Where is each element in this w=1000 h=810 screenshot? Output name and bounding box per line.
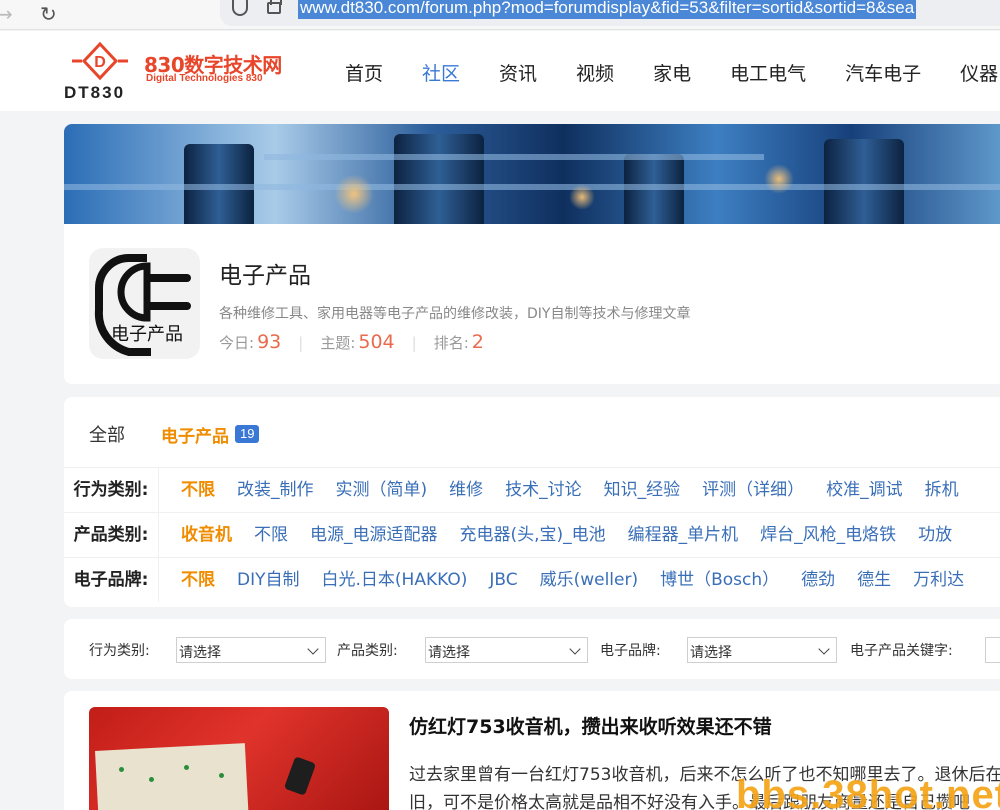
nav-item-news[interactable]: 资讯	[499, 59, 537, 86]
filter-option[interactable]: 焊台_风枪_电烙铁	[760, 513, 896, 557]
filter-row-brand: 电子品牌: 不限 DIY自制 白光.日本(HAKKO) JBC 威乐(welle…	[64, 557, 1000, 602]
forum-banner	[64, 124, 1000, 224]
keyword-input[interactable]	[985, 637, 1000, 663]
filter-option[interactable]: 电源_电源适配器	[310, 513, 438, 557]
reload-icon[interactable]: ↻	[40, 2, 57, 26]
filter-option[interactable]: 不限	[181, 558, 215, 602]
rank-label: 排名:	[433, 334, 469, 352]
nav-item-home[interactable]: 首页	[345, 59, 383, 86]
forum-icon-label: 电子产品	[111, 324, 183, 345]
filter-search-bar: 行为类别: 请选择 产品类别: 请选择 电子品牌: 请选择 电子产品关键字:	[64, 619, 1000, 679]
brand-select[interactable]: 请选择	[687, 637, 837, 663]
filter-row-label: 行为类别:	[64, 468, 159, 512]
tab-electronics[interactable]: 电子产品	[161, 422, 229, 447]
filter-option[interactable]: 技术_讨论	[505, 468, 582, 512]
forum-stats: 今日: 93 | 主题: 504 | 排名: 2	[219, 331, 484, 353]
filter-option[interactable]: 拆机	[925, 468, 959, 512]
filter-option[interactable]: 实测（简单)	[336, 468, 428, 512]
forum-icon: 电子产品	[89, 248, 200, 359]
rank-value: 2	[471, 331, 484, 353]
filter-option[interactable]: 评测（详细）	[702, 468, 804, 512]
behavior-select[interactable]: 请选择	[176, 637, 326, 663]
watermark-text: bbs.38hot.net	[736, 773, 1000, 810]
nav-item-video[interactable]: 视频	[576, 59, 614, 86]
logo-mark-letter: D	[94, 54, 106, 71]
filter-option[interactable]: 维修	[449, 468, 483, 512]
product-select[interactable]: 请选择	[425, 637, 588, 663]
forum-title: 电子产品	[219, 263, 311, 289]
filter-option[interactable]: 博世（Bosch）	[660, 558, 779, 602]
tab-all[interactable]: 全部	[89, 421, 125, 447]
logo-mark-icon: D	[72, 41, 128, 81]
product-select-label: 产品类别:	[337, 643, 398, 659]
forum-info-card: 电子产品 电子产品 各种维修工具、家用电器等电子产品的维修改装，DIY自制等技术…	[64, 124, 1000, 384]
brand-select-value: 请选择	[690, 645, 732, 661]
thread-title[interactable]: 仿红灯753收音机，攒出来收听效果还不错	[409, 712, 772, 739]
topics-label: 主题:	[320, 334, 356, 352]
nav-item-electrical[interactable]: 电工电气	[730, 59, 806, 86]
filter-option[interactable]: 充电器(头,宝)_电池	[460, 513, 606, 557]
filter-row-label: 电子品牌:	[64, 558, 159, 602]
behavior-select-label: 行为类别:	[89, 643, 150, 659]
filter-option[interactable]: 不限	[254, 513, 288, 557]
behavior-select-value: 请选择	[179, 645, 221, 661]
filter-option[interactable]: 收音机	[181, 513, 232, 557]
nav-item-instruments[interactable]: 仪器	[960, 59, 998, 86]
topics-count: 504	[358, 331, 395, 353]
logo-subtitle: Digital Technologies 830	[146, 73, 263, 84]
filter-option[interactable]: JBC	[489, 558, 517, 602]
today-label: 今日:	[219, 334, 255, 352]
browser-toolbar: → ↻ www.dt830.com/forum.php?mod=forumdis…	[0, 0, 1000, 30]
lock-icon[interactable]	[267, 0, 282, 14]
filter-option[interactable]: 威乐(weller)	[540, 558, 639, 602]
stats-divider: |	[411, 334, 417, 352]
stats-divider: |	[298, 334, 304, 352]
nav-item-community[interactable]: 社区	[422, 59, 460, 86]
nav-item-appliances[interactable]: 家电	[653, 59, 691, 86]
filter-option[interactable]: 德生	[857, 558, 891, 602]
product-select-value: 请选择	[428, 645, 470, 661]
filter-option[interactable]: 德劲	[801, 558, 835, 602]
shield-icon[interactable]	[232, 0, 248, 16]
chevron-down-icon	[569, 643, 581, 655]
filter-option[interactable]: 万利达	[913, 558, 964, 602]
filter-option[interactable]: 编程器_单片机	[628, 513, 739, 557]
category-filter-panel: 全部 电子产品 19 行为类别: 不限 改装_制作 实测（简单) 维修 技术_讨…	[64, 397, 1000, 607]
brand-select-label: 电子品牌:	[600, 643, 661, 659]
filter-option[interactable]: 校准_调试	[826, 468, 903, 512]
back-arrow-icon[interactable]: →	[0, 2, 13, 26]
chevron-down-icon	[818, 643, 830, 655]
url-text[interactable]: www.dt830.com/forum.php?mod=forumdisplay…	[298, 0, 917, 19]
filter-option[interactable]: 白光.日本(HAKKO)	[322, 558, 468, 602]
nav-item-auto-electronics[interactable]: 汽车电子	[845, 59, 921, 86]
site-header: D 830数字技术网 Digital Technologies 830 DT83…	[0, 31, 1000, 111]
filter-option[interactable]: DIY自制	[237, 558, 300, 602]
chevron-down-icon	[307, 643, 319, 655]
filter-option[interactable]: 功放	[918, 513, 952, 557]
keyword-label: 电子产品关键字:	[850, 643, 953, 659]
site-logo[interactable]: D 830数字技术网 Digital Technologies 830 DT83…	[64, 39, 324, 105]
filter-option[interactable]: 改装_制作	[237, 468, 314, 512]
main-nav: 首页 社区 资讯 视频 家电 电工电气 汽车电子 仪器	[345, 59, 1000, 86]
thread-thumbnail[interactable]	[89, 707, 389, 810]
tab-count-badge: 19	[235, 425, 260, 443]
today-count: 93	[257, 331, 282, 353]
logo-dt830: DT830	[64, 83, 126, 102]
thread-type-tabs: 全部 电子产品 19	[89, 421, 260, 447]
filter-row-product: 产品类别: 收音机 不限 电源_电源适配器 充电器(头,宝)_电池 编程器_单片…	[64, 512, 1000, 557]
forum-description: 各种维修工具、家用电器等电子产品的维修改装，DIY自制等技术与修理文章	[219, 306, 691, 322]
filter-row-label: 产品类别:	[64, 513, 159, 557]
filter-option[interactable]: 不限	[181, 468, 215, 512]
filter-option[interactable]: 知识_经验	[604, 468, 681, 512]
filter-row-behavior: 行为类别: 不限 改装_制作 实测（简单) 维修 技术_讨论 知识_经验 评测（…	[64, 467, 1000, 512]
